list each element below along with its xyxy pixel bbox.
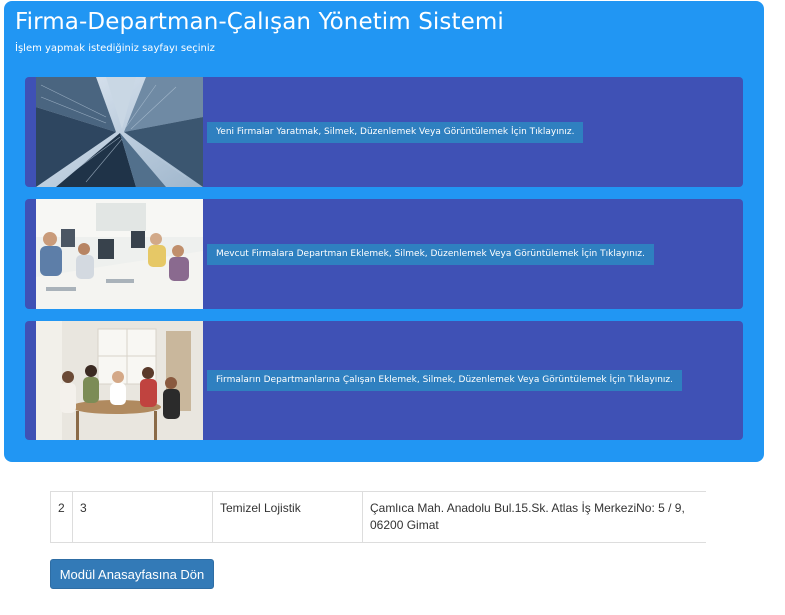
team-meeting-photo — [36, 321, 203, 440]
employees-card[interactable]: Firmaların Departmanlarına Çalışan Eklem… — [25, 321, 743, 440]
table-cell: Temizel Lojistik — [212, 491, 363, 543]
office-workers-at-desks-photo — [36, 199, 203, 309]
data-table: 2 3 Temizel Lojistik Çamlıca Mah. Anadol… — [50, 491, 706, 543]
table-row: 2 3 Temizel Lojistik Çamlıca Mah. Anadol… — [50, 491, 706, 543]
table-cell: 2 — [50, 491, 73, 543]
employees-link[interactable]: Firmaların Departmanlarına Çalışan Eklem… — [207, 370, 682, 391]
companies-link[interactable]: Yeni Firmalar Yaratmak, Silmek, Düzenlem… — [207, 122, 584, 143]
departments-card[interactable]: Mevcut Firmalara Departman Eklemek, Silm… — [25, 199, 743, 309]
table-cell: 3 — [72, 491, 213, 543]
back-to-module-home-button[interactable]: Modül Anasayfasına Dön — [50, 559, 214, 589]
page-title: Firma-Departman-Çalışan Yönetim Sistemi — [15, 9, 504, 35]
hero-panel: Firma-Departman-Çalışan Yönetim Sistemi … — [4, 1, 764, 462]
page-subtitle: İşlem yapmak istediğiniz sayfayı seçiniz — [15, 43, 215, 54]
companies-card[interactable]: Yeni Firmalar Yaratmak, Silmek, Düzenlem… — [25, 77, 743, 187]
office-skyscrapers-photo — [36, 77, 203, 187]
departments-link[interactable]: Mevcut Firmalara Departman Eklemek, Silm… — [207, 244, 654, 265]
table-cell: Çamlıca Mah. Anadolu Bul.15.Sk. Atlas İş… — [362, 491, 706, 543]
